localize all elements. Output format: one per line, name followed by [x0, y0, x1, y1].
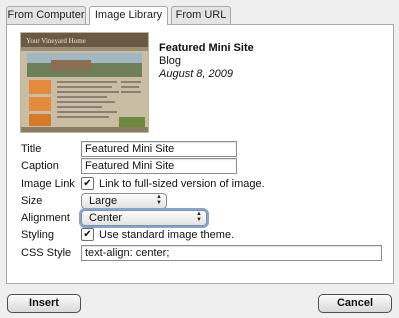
image-category: Blog: [159, 55, 182, 67]
image-thumbnail: Your Vineyard Home: [20, 32, 149, 133]
image-title: Featured Mini Site: [159, 42, 254, 54]
alignment-label: Alignment: [21, 212, 70, 224]
updown-chevron-icon: ▲ ▼: [156, 194, 162, 206]
thumbnail-preview-graphic: Your Vineyard Home: [21, 33, 148, 132]
tab-image-library[interactable]: Image Library: [89, 6, 168, 25]
alignment-row: Alignment Center ▲ ▼: [21, 210, 381, 226]
checkmark-icon: ✔: [83, 229, 92, 240]
styling-text: Use standard image theme.: [99, 229, 235, 241]
title-input[interactable]: Featured Mini Site: [81, 141, 237, 157]
size-label: Size: [21, 195, 43, 207]
image-link-label: Image Link: [21, 178, 75, 190]
css-style-input[interactable]: text-align: center;: [81, 245, 382, 261]
size-select-value: Large: [89, 195, 118, 207]
title-row: Title Featured Mini Site: [21, 141, 381, 157]
checkmark-icon: ✔: [83, 178, 92, 189]
cancel-button[interactable]: Cancel: [318, 294, 392, 313]
title-label: Title: [21, 143, 42, 155]
image-link-row: Image Link ✔ Link to full-sized version …: [21, 176, 381, 192]
image-date: August 8, 2009: [159, 68, 234, 80]
caption-label: Caption: [21, 160, 59, 172]
size-row: Size Large ▲ ▼: [21, 193, 381, 209]
insert-button[interactable]: Insert: [7, 294, 81, 313]
updown-chevron-icon: ▲ ▼: [196, 211, 202, 223]
css-style-label: CSS Style: [21, 247, 72, 259]
alignment-select-value: Center: [89, 212, 123, 224]
image-link-checkbox[interactable]: ✔: [81, 177, 94, 190]
thumbnail-header-text: Your Vineyard Home: [26, 37, 86, 45]
image-meta: Featured Mini Site Blog August 8, 2009: [159, 42, 254, 80]
caption-row: Caption Featured Mini Site: [21, 158, 381, 174]
css-style-row: CSS Style text-align: center;: [21, 245, 386, 261]
styling-row: Styling ✔ Use standard image theme.: [21, 227, 381, 243]
styling-label: Styling: [21, 229, 55, 241]
image-link-text: Link to full-sized version of image.: [99, 178, 265, 190]
alignment-select[interactable]: Center ▲ ▼: [81, 210, 207, 226]
styling-checkbox[interactable]: ✔: [81, 228, 94, 241]
tab-from-url[interactable]: From URL: [171, 6, 231, 24]
tab-from-computer[interactable]: From Computer: [6, 6, 86, 24]
image-properties-panel: Your Vineyard Home Featured Mini Site Bl…: [6, 24, 394, 284]
caption-input[interactable]: Featured Mini Site: [81, 158, 237, 174]
size-select[interactable]: Large ▲ ▼: [81, 193, 167, 209]
